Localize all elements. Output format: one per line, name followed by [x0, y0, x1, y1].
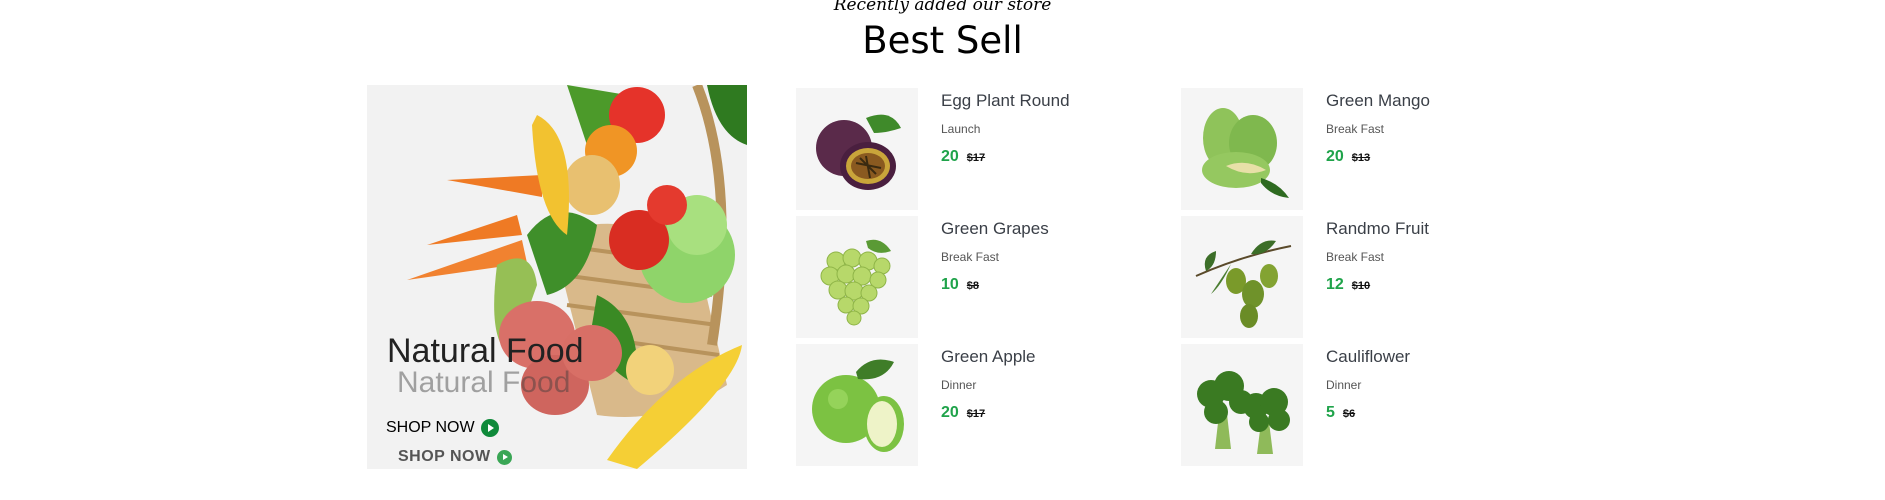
product-price: 20 $17 — [941, 148, 985, 166]
passion-fruit-icon — [816, 114, 901, 190]
product-image[interactable] — [796, 88, 918, 210]
product-category: Break Fast — [1326, 250, 1385, 264]
banner-ghost-cta: SHOP NOW — [398, 448, 512, 466]
product-image[interactable] — [796, 344, 918, 466]
olives-icon — [1195, 240, 1292, 328]
product-price: 20 $13 — [1326, 148, 1370, 166]
product-price: 5 $6 — [1326, 404, 1355, 422]
broccoli-icon — [1197, 371, 1290, 454]
section-subtitle: Recently added our store — [833, 0, 1052, 15]
product-category: Dinner — [1326, 378, 1362, 392]
product-name[interactable]: Cauliflower — [1326, 347, 1410, 367]
product-category: Break Fast — [1326, 122, 1385, 136]
section-heading: Recently added our store Best Sell — [0, 0, 1885, 63]
product-name[interactable]: Green Grapes — [941, 219, 1049, 239]
old-price: $17 — [966, 408, 986, 420]
banner-ghost-title: Natural Food — [397, 366, 571, 399]
banner-ghost-cta-label: SHOP NOW — [398, 448, 491, 465]
product-price: 10 $8 — [941, 276, 979, 294]
current-price: 5 — [1326, 404, 1335, 421]
section-title: Best Sell — [862, 19, 1023, 62]
banner-title: Natural Food — [387, 332, 584, 370]
product-name[interactable]: Green Apple — [941, 347, 1036, 367]
current-price: 20 — [941, 404, 959, 421]
product-card[interactable]: Randmo Fruit Break Fast 12 $10 — [1181, 216, 1541, 338]
old-price: $17 — [966, 152, 986, 164]
product-price: 20 $17 — [941, 404, 985, 422]
current-price: 20 — [1326, 148, 1344, 165]
old-price: $6 — [1342, 408, 1356, 420]
product-category: Break Fast — [941, 250, 1000, 264]
green-apple-icon — [812, 359, 904, 452]
current-price: 12 — [1326, 276, 1344, 293]
play-icon — [480, 419, 499, 437]
green-mango-icon — [1202, 108, 1289, 198]
product-name[interactable]: Egg Plant Round — [941, 91, 1070, 111]
product-image[interactable] — [1181, 88, 1303, 210]
product-card[interactable]: Egg Plant Round Launch 20 $17 — [796, 88, 1156, 210]
product-price: 12 $10 — [1326, 276, 1370, 294]
current-price: 10 — [941, 276, 959, 293]
current-price: 20 — [941, 148, 959, 165]
vegetable-basket-image — [407, 85, 747, 469]
shop-now-button[interactable]: SHOP NOW — [386, 419, 499, 437]
product-image[interactable] — [796, 216, 918, 338]
product-card[interactable]: Green Apple Dinner 20 $17 — [796, 344, 1156, 466]
green-grapes-icon — [820, 239, 891, 326]
old-price: $8 — [966, 280, 980, 292]
product-image[interactable] — [1181, 216, 1303, 338]
old-price: $13 — [1351, 152, 1371, 164]
shop-now-label: SHOP NOW — [386, 419, 475, 436]
product-category: Dinner — [941, 378, 977, 392]
product-image[interactable] — [1181, 344, 1303, 466]
product-name[interactable]: Randmo Fruit — [1326, 219, 1429, 239]
old-price: $10 — [1351, 280, 1371, 292]
product-card[interactable]: Green Grapes Break Fast 10 $8 — [796, 216, 1156, 338]
play-icon — [496, 449, 512, 465]
product-name[interactable]: Green Mango — [1326, 91, 1430, 111]
product-category: Launch — [941, 122, 981, 136]
product-card[interactable]: Green Mango Break Fast 20 $13 — [1181, 88, 1541, 210]
product-card[interactable]: Cauliflower Dinner 5 $6 — [1181, 344, 1541, 466]
promo-banner[interactable]: Natural Food SHOP NOW Natural Food SHOP … — [367, 85, 747, 469]
